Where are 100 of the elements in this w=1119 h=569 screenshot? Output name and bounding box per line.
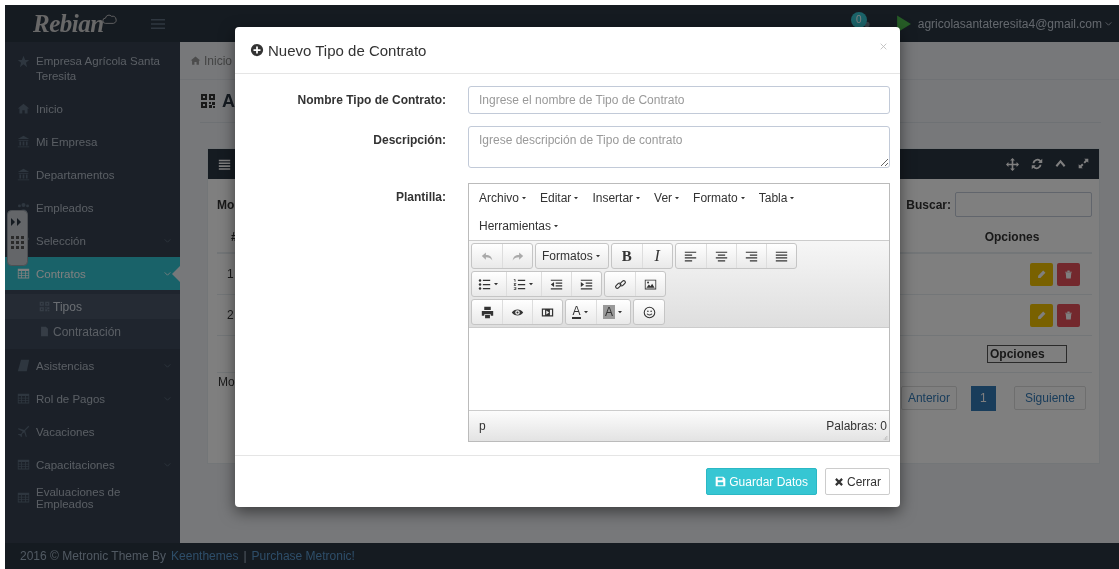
close-icon bbox=[834, 476, 844, 487]
chevron-down-icon bbox=[1104, 19, 1113, 28]
grid-icon bbox=[17, 267, 30, 280]
element-path: p bbox=[479, 419, 486, 433]
text-color-button[interactable]: A bbox=[566, 300, 596, 324]
media-icon bbox=[541, 305, 554, 319]
document-icon bbox=[39, 326, 50, 337]
column-header: Opciones bbox=[984, 230, 1040, 244]
page-button[interactable]: 1 bbox=[970, 385, 996, 411]
submenu-item-label: Contratación bbox=[53, 324, 122, 339]
sidebar-item-label: Mi Empresa bbox=[36, 135, 98, 148]
caret-icon bbox=[520, 194, 528, 202]
justify-icon bbox=[774, 249, 788, 263]
field-label: Plantilla: bbox=[395, 189, 446, 206]
submenu-item[interactable]: Tipos bbox=[5, 294, 180, 319]
sidebar-item[interactable]: Asistencias bbox=[5, 349, 180, 382]
sidebar-item-label: Empleados bbox=[36, 201, 94, 214]
sidebar-item[interactable]: Inicio bbox=[5, 92, 180, 125]
editor-menu[interactable]: Archivo bbox=[473, 184, 534, 212]
align-right-icon bbox=[744, 249, 758, 263]
modal-title: Nuevo Tipo de Contrato bbox=[268, 41, 427, 59]
save-button[interactable]: Guardar Datos bbox=[706, 468, 817, 495]
sidebar-item[interactable]: Vacaciones bbox=[5, 415, 180, 448]
entries-label: Mo bbox=[217, 197, 235, 212]
caret-icon bbox=[788, 194, 797, 202]
sidebar-item-label: Selección bbox=[36, 234, 86, 247]
play-icon bbox=[894, 14, 912, 33]
sidebar-item-label: Rol de Pagos bbox=[36, 392, 106, 405]
bank-icon bbox=[17, 168, 30, 181]
bullet-list-icon bbox=[478, 277, 491, 291]
search-field[interactable] bbox=[955, 192, 1092, 217]
editor-menu[interactable]: Formato bbox=[687, 184, 753, 212]
align-center-icon bbox=[714, 249, 728, 263]
editor-menu[interactable]: Editar bbox=[534, 184, 587, 212]
bold-button[interactable]: B bbox=[611, 244, 642, 268]
list-icon bbox=[218, 157, 231, 171]
delete-button[interactable] bbox=[1057, 303, 1080, 327]
footer-link[interactable]: Keenthemes bbox=[171, 549, 239, 563]
trash-icon bbox=[1064, 269, 1073, 279]
sidebar-item[interactable]: Mi Empresa bbox=[5, 125, 180, 158]
outdent-icon bbox=[550, 277, 563, 291]
editor-menu[interactable]: Ver bbox=[648, 184, 688, 212]
editor-menu[interactable]: Insertar bbox=[586, 184, 649, 212]
word-count: Palabras: 0 bbox=[826, 419, 887, 433]
highlight-color-button[interactable]: A bbox=[596, 300, 630, 324]
submenu-item[interactable]: Contratación bbox=[5, 319, 180, 344]
sidebar-item-label: Capacitaciones bbox=[36, 458, 115, 471]
formats-dropdown[interactable]: Formatos bbox=[536, 244, 608, 268]
table-info: Mo bbox=[217, 375, 235, 389]
column-filter-field[interactable]: Opciones bbox=[987, 345, 1067, 363]
user-email[interactable]: agricolasantateresita4@gmail.com bbox=[917, 16, 1102, 31]
delete-button[interactable] bbox=[1057, 262, 1080, 286]
table-cell-text: 2 bbox=[226, 308, 234, 322]
footer-link[interactable]: Purchase Metronic! bbox=[251, 549, 355, 563]
pencil-icon bbox=[1037, 269, 1046, 279]
sidebar-item-label: Contratos bbox=[36, 267, 86, 280]
footer-separator: | bbox=[243, 549, 247, 563]
description-field[interactable]: Igrese descripción de Tipo de contrato bbox=[468, 126, 890, 168]
notification-badge[interactable]: 0 bbox=[850, 11, 867, 28]
editor-menu[interactable]: Tabla bbox=[752, 184, 803, 212]
panel-toggle-icon[interactable] bbox=[7, 210, 29, 266]
expand-icon bbox=[1078, 157, 1089, 169]
copyright-text: 2016 © Metronic Theme By bbox=[20, 549, 167, 563]
caret-icon bbox=[673, 194, 682, 202]
table-cell-text: 1 bbox=[226, 267, 234, 281]
editor-menu[interactable]: Herramientas bbox=[473, 212, 567, 240]
bank-icon bbox=[17, 135, 30, 148]
next-button[interactable]: Siguiente bbox=[1013, 386, 1086, 410]
sidebar-item-label: Departamentos bbox=[36, 168, 115, 181]
save-icon bbox=[715, 476, 727, 487]
sidebar-item[interactable]: Contratos bbox=[5, 257, 180, 290]
align-left-icon bbox=[684, 249, 698, 263]
sidebar-item[interactable]: Empresa Agrícola Santa Teresita bbox=[5, 47, 180, 92]
sidebar-item-label: Asistencias bbox=[36, 359, 95, 372]
sidebar-item[interactable]: Evaluaciones de Empleados bbox=[5, 481, 180, 514]
sidebar-item[interactable]: Capacitaciones bbox=[5, 448, 180, 481]
refresh-icon bbox=[1031, 157, 1043, 170]
close-button[interactable]: Cerrar bbox=[825, 468, 890, 495]
home-icon bbox=[190, 55, 201, 66]
caret-icon bbox=[738, 194, 747, 202]
field-label: Nombre Tipo de Contrato: bbox=[296, 92, 446, 109]
caret-icon bbox=[634, 194, 643, 202]
sidebar-item[interactable]: Rol de Pagos bbox=[5, 382, 180, 415]
qr-code-icon bbox=[200, 93, 216, 109]
sidebar-item-label: Inicio bbox=[36, 102, 63, 115]
move-icon bbox=[1006, 157, 1019, 171]
italic-button[interactable]: I bbox=[641, 244, 672, 268]
page-title: A bbox=[222, 90, 235, 112]
image-icon bbox=[644, 277, 657, 291]
sidebar-item-label: Evaluaciones de Empleados bbox=[36, 485, 122, 510]
search-label: Buscar: bbox=[906, 197, 951, 212]
previous-button[interactable]: Anterior bbox=[900, 386, 957, 410]
sidebar-item-label: Empresa Agrícola Santa Teresita bbox=[36, 54, 161, 84]
sidebar-item[interactable]: Departamentos bbox=[5, 158, 180, 191]
pencil-icon bbox=[1037, 310, 1046, 320]
app-logo: Rebian bbox=[33, 9, 104, 38]
submenu-item-label: Tipos bbox=[53, 299, 82, 314]
chevron-up-icon bbox=[1055, 157, 1066, 169]
name-input[interactable]: Ingrese el nombre de Tipo de Contrato bbox=[468, 86, 890, 114]
caret-icon bbox=[552, 222, 561, 230]
